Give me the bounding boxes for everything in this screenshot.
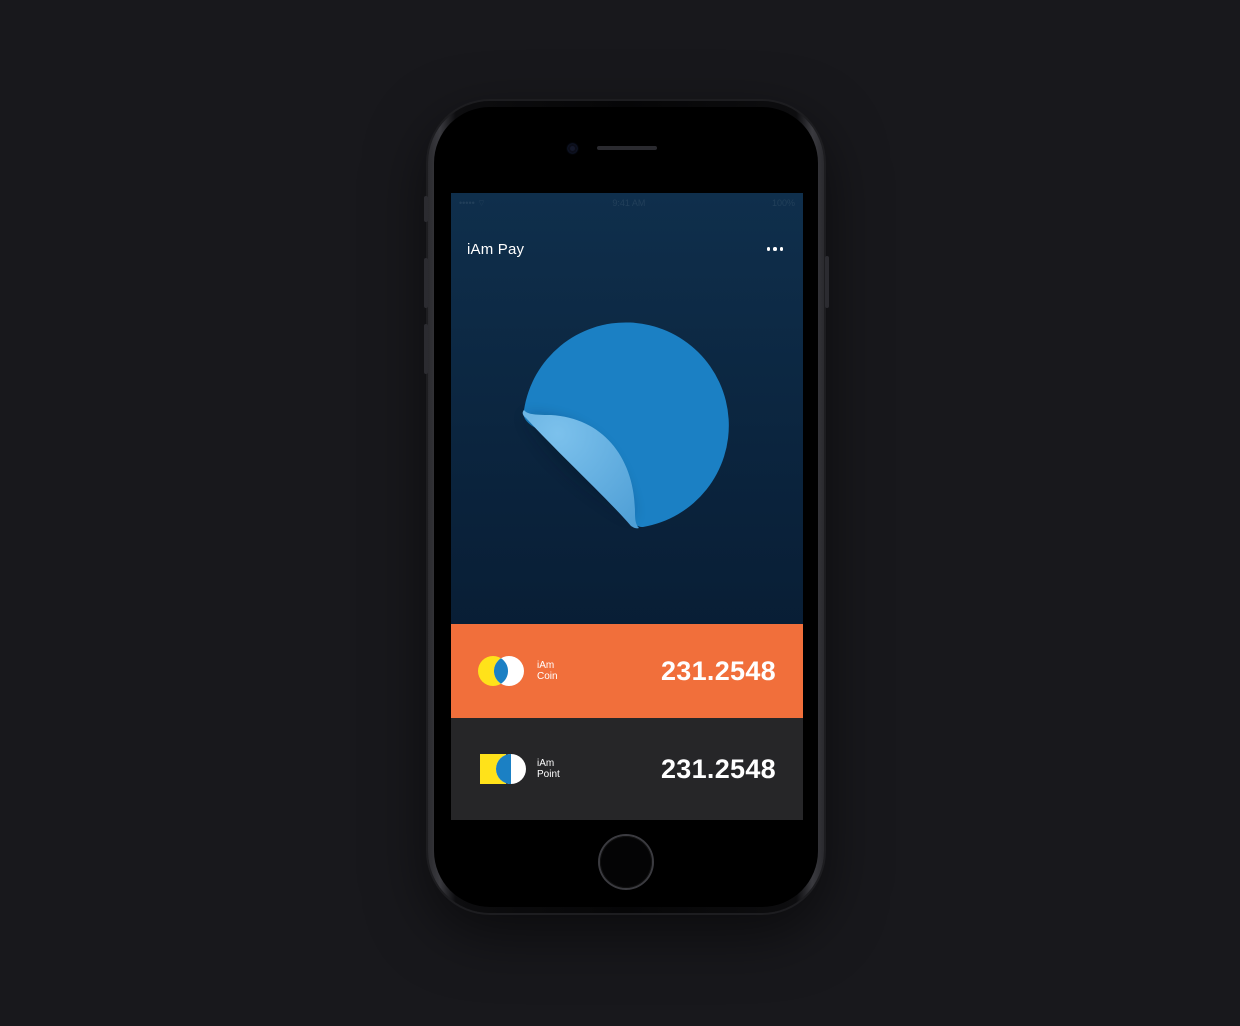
more-dot: [773, 247, 777, 251]
app-header: iAm Pay: [467, 237, 787, 261]
volume-up-button: [424, 258, 428, 308]
more-dot: [779, 247, 783, 251]
earpiece-speaker: [597, 146, 657, 150]
volume-down-button: [424, 324, 428, 374]
phone-screen: ••••• ⌔ 9:41 AM 100% iAm Pay iAm Coin 23…: [451, 193, 803, 820]
coin-label: iAm Coin: [537, 660, 558, 682]
status-battery: 100%: [771, 198, 795, 208]
power-button: [825, 256, 829, 308]
coin-label-line2: Coin: [537, 671, 558, 682]
iam-coin-card[interactable]: iAm Coin 231.2548: [451, 624, 803, 718]
coin-balance: 231.2548: [660, 655, 776, 686]
point-label-line1: iAm: [537, 758, 555, 769]
more-horizontal-icon[interactable]: [763, 243, 788, 255]
iam-point-card[interactable]: iAm Point 231.2548: [451, 718, 803, 820]
app-title: iAm Pay: [467, 240, 525, 258]
coin-label-line1: iAm: [537, 660, 555, 671]
front-camera: [568, 144, 577, 153]
status-carrier: ••••• ⌔: [459, 197, 486, 208]
point-logo-icon: [480, 754, 526, 784]
point-balance: 231.2548: [660, 753, 776, 784]
status-time: 9:41 AM: [612, 198, 646, 208]
point-label-line2: Point: [537, 769, 560, 780]
peeling-sticker-icon[interactable]: [511, 318, 731, 538]
status-bar: ••••• ⌔ 9:41 AM 100%: [451, 193, 803, 213]
backdrop: ••••• ⌔ 9:41 AM 100% iAm Pay iAm Coin 23…: [0, 0, 1240, 1026]
mute-switch: [424, 196, 428, 222]
point-label: iAm Point: [537, 758, 560, 780]
more-dot: [766, 247, 770, 251]
coin-logo-icon: [478, 656, 524, 686]
home-button[interactable]: [600, 836, 652, 888]
